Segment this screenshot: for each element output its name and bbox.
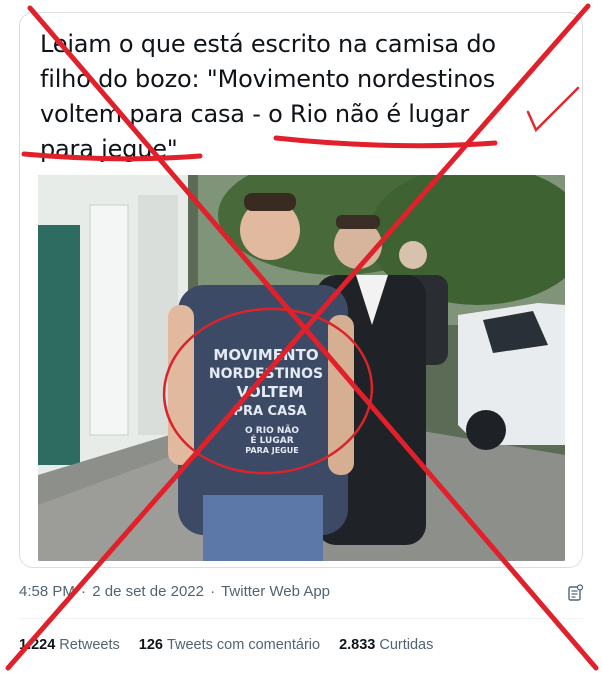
copy-doc-icon[interactable] bbox=[566, 584, 584, 602]
tweet-text-line: filho do bozo: "Movimento nordestinos bbox=[40, 65, 496, 93]
tweet-meta: 4:58 PM · 2 de set de 2022 · Twitter Web… bbox=[19, 583, 332, 600]
tweet-time[interactable]: 4:58 PM bbox=[19, 583, 75, 600]
tweet-photo[interactable]: MOVIMENTO NORDESTINOS VOLTEM PRA CASA O … bbox=[38, 175, 565, 561]
shirt-text: NORDESTINOS bbox=[209, 366, 323, 382]
shirt-text: VOLTEM bbox=[237, 383, 304, 401]
retweets-stat[interactable]: 1.224 Retweets bbox=[19, 637, 120, 653]
stat-label: Retweets bbox=[59, 637, 120, 653]
stat-label: Tweets com comentário bbox=[166, 637, 321, 653]
tweet-source[interactable]: Twitter Web App bbox=[221, 583, 330, 600]
tweet-text: Leiam o que está escrito na camisa do fi… bbox=[40, 27, 560, 167]
stat-value: 2.833 bbox=[339, 637, 376, 653]
quote-tweets-stat[interactable]: 126 Tweets com comentário bbox=[139, 637, 320, 653]
tweet-text-line: Leiam o que está escrito na camisa do bbox=[40, 30, 496, 58]
shirt-text: É LUGAR bbox=[250, 434, 293, 446]
tweet-card: Leiam o que está escrito na camisa do fi… bbox=[19, 12, 583, 568]
tweet-stats: 1.224 Retweets 126 Tweets com comentário 2… bbox=[19, 637, 433, 653]
shirt-text: MOVIMENTO bbox=[213, 346, 318, 364]
tweet-text-line: voltem para casa - o Rio não é lugar bbox=[40, 100, 469, 128]
stat-label: Curtidas bbox=[379, 637, 434, 653]
meta-separator: · bbox=[210, 583, 216, 600]
tweet-text-line: para jegue" bbox=[40, 135, 178, 163]
photo-scene: MOVIMENTO NORDESTINOS VOLTEM PRA CASA O … bbox=[38, 175, 565, 561]
meta-separator: · bbox=[81, 583, 87, 600]
shirt-text: O RIO NÃO bbox=[245, 425, 299, 436]
stat-value: 126 bbox=[138, 637, 163, 653]
shirt-text: PARA JEGUE bbox=[245, 446, 298, 455]
shirt-text: PRA CASA bbox=[233, 404, 306, 419]
stat-value: 1.224 bbox=[19, 637, 56, 653]
likes-stat[interactable]: 2.833 Curtidas bbox=[339, 637, 433, 653]
divider bbox=[19, 618, 583, 619]
tweet-date[interactable]: 2 de set de 2022 bbox=[92, 583, 204, 600]
